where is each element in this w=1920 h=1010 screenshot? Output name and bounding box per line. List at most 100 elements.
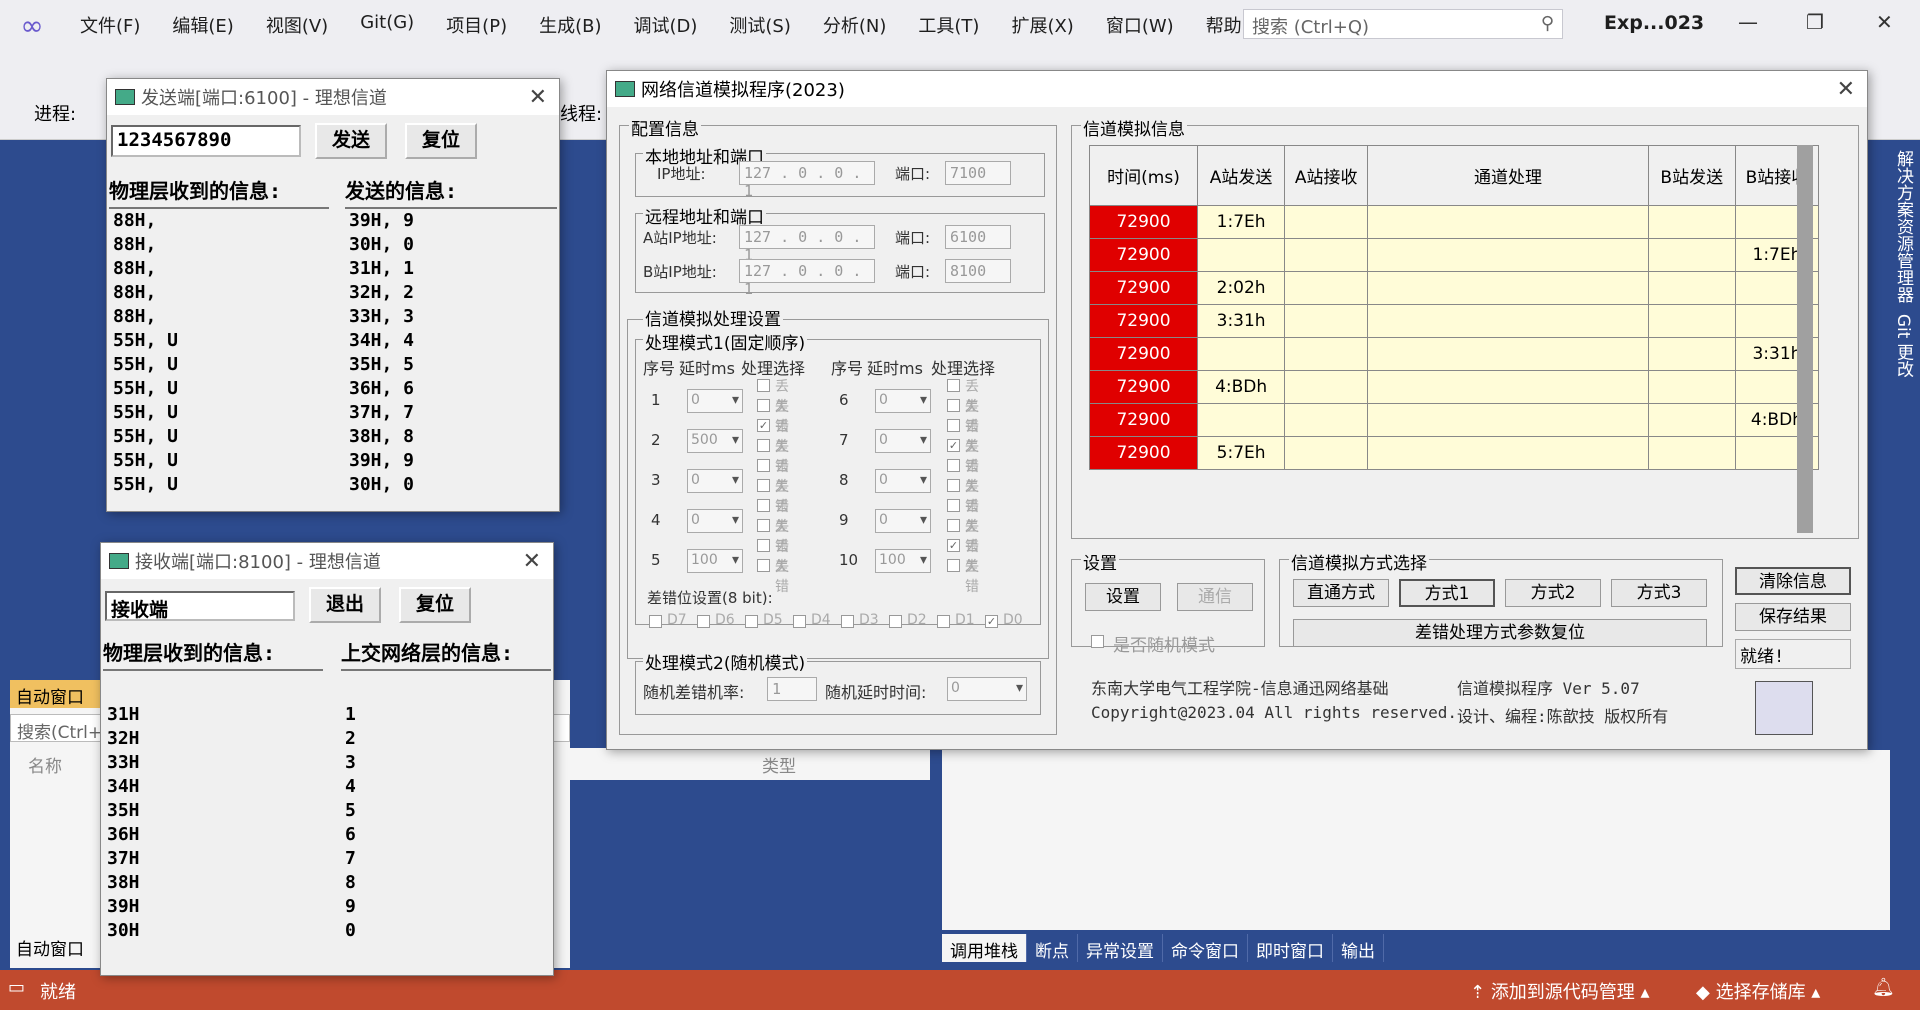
delay-select[interactable]: 100	[875, 549, 931, 573]
reset-button[interactable]: 复位	[405, 123, 477, 159]
err-checkbox[interactable]	[947, 519, 960, 532]
err-checkbox[interactable]	[757, 439, 770, 452]
mode3-button[interactable]: 方式3	[1611, 579, 1707, 607]
lose-checkbox[interactable]	[757, 379, 770, 392]
grid-row[interactable]: 72900 2:02h	[1089, 271, 1820, 305]
grid-row[interactable]: 72900 4:BDh	[1089, 370, 1820, 404]
bit-checkbox[interactable]	[889, 615, 902, 628]
bottom-tab[interactable]: 输出	[1333, 934, 1384, 962]
auto-window-bottom-tab[interactable]: 自动窗口	[10, 932, 100, 960]
delay-select[interactable]: 0	[687, 389, 743, 413]
lose-checkbox[interactable]	[947, 499, 960, 512]
bit-checkbox[interactable]: ✓	[985, 615, 998, 628]
err-checkbox[interactable]: ✓	[947, 439, 960, 452]
menu-item[interactable]: Git(G)	[344, 12, 430, 38]
random-mode-checkbox[interactable]	[1091, 635, 1104, 648]
b-port-input[interactable]: 8100	[945, 259, 1011, 283]
grid-row[interactable]: 72900 3:31h	[1089, 304, 1820, 338]
lose-checkbox[interactable]: ✓	[757, 419, 770, 432]
delay-select[interactable]: 0	[687, 469, 743, 493]
set-button[interactable]: 设置	[1085, 583, 1161, 611]
save-button[interactable]: 保存结果	[1735, 603, 1851, 631]
clear-button[interactable]: 清除信息	[1735, 567, 1851, 595]
bottom-tab[interactable]: 异常设置	[1078, 934, 1163, 962]
grid-scrollbar[interactable]	[1797, 145, 1813, 533]
grid-row[interactable]: 72900 4:BDh	[1089, 403, 1820, 437]
lose-checkbox[interactable]	[947, 419, 960, 432]
info-grid[interactable]: 时间(ms) A站发送 A站接收 通道处理 B站发送 B站接收 72900 1:7Eh 7290…	[1089, 145, 1820, 470]
add-source-control-button[interactable]: ⇡ 添加到源代码管理 ▴	[1470, 978, 1650, 1004]
lose-checkbox[interactable]	[947, 379, 960, 392]
reset-param-button[interactable]: 差错处理方式参数复位	[1293, 619, 1707, 647]
close-icon[interactable]: ✕	[529, 85, 547, 110]
git-changes-tab[interactable]: Git 更改	[1893, 314, 1913, 378]
menu-item[interactable]: 调试(D)	[618, 12, 714, 38]
up-list[interactable]: 1 2 3 4 5 6 7 8 9 0	[341, 669, 551, 971]
b-ip-input[interactable]: 127 . 0 . 0 . 1	[739, 259, 875, 298]
grid-row[interactable]: 72900 1:7Eh	[1089, 238, 1820, 272]
maximize-icon[interactable]: ❐	[1806, 10, 1824, 34]
lose-checkbox[interactable]	[757, 539, 770, 552]
err-checkbox[interactable]	[757, 559, 770, 572]
local-ip-input[interactable]: 127 . 0 . 0 . 1	[739, 161, 875, 200]
grid-header[interactable]: B站发送	[1647, 145, 1736, 206]
bit-checkbox[interactable]	[793, 615, 806, 628]
grid-header[interactable]: A站发送	[1196, 145, 1286, 206]
menu-item[interactable]: 文件(F)	[64, 12, 156, 38]
bit-checkbox[interactable]	[649, 615, 662, 628]
delay-select[interactable]: 0	[875, 509, 931, 533]
menu-item[interactable]: 分析(N)	[807, 12, 903, 38]
close-icon[interactable]: ✕	[1837, 77, 1855, 102]
reset-button[interactable]: 复位	[399, 587, 471, 623]
comment-icon[interactable]: ▭	[8, 977, 25, 998]
grid-row[interactable]: 72900 5:7Eh	[1089, 436, 1820, 470]
select-repo-button[interactable]: ◆ 选择存储库 ▴	[1696, 978, 1820, 1004]
mode1-button[interactable]: 方式1	[1399, 579, 1495, 607]
solution-explorer-tab[interactable]: 解决方案资源管理器	[1893, 150, 1913, 303]
grid-header[interactable]: A站接收	[1284, 145, 1369, 206]
send-input[interactable]: 1234567890	[111, 125, 301, 157]
send-button[interactable]: 发送	[315, 123, 387, 159]
err-checkbox[interactable]	[757, 399, 770, 412]
menu-item[interactable]: 扩展(X)	[995, 12, 1089, 38]
menu-item[interactable]: 测试(S)	[713, 12, 806, 38]
menu-item[interactable]: 编辑(E)	[156, 12, 249, 38]
delay-select[interactable]: 100	[687, 549, 743, 573]
lose-checkbox[interactable]: ✓	[947, 539, 960, 552]
mode2-button[interactable]: 方式2	[1505, 579, 1601, 607]
search-input[interactable]: 搜索 (Ctrl+Q) ⚲	[1243, 9, 1563, 39]
bit-checkbox[interactable]	[937, 615, 950, 628]
notification-bell-icon[interactable]: 🔔︎	[1872, 977, 1895, 998]
visual-studio-logo-icon[interactable]: ∞	[0, 0, 64, 50]
err-checkbox[interactable]	[947, 559, 960, 572]
err-checkbox[interactable]	[947, 399, 960, 412]
rand-err-input[interactable]: 1	[767, 677, 817, 701]
bottom-tab[interactable]: 即时窗口	[1248, 934, 1333, 962]
phys-list[interactable]: 88H, 88H, 88H, 88H, 88H, 55H, U 55H, U 55H, U 55…	[109, 207, 329, 507]
menu-item[interactable]: 项目(P)	[430, 12, 523, 38]
bit-checkbox[interactable]	[841, 615, 854, 628]
lose-checkbox[interactable]	[947, 459, 960, 472]
exit-button[interactable]: 退出	[309, 587, 381, 623]
comm-button[interactable]: 通信	[1177, 583, 1253, 611]
local-port-input[interactable]: 7100	[945, 161, 1011, 185]
delay-select[interactable]: 0	[687, 509, 743, 533]
col-name[interactable]: 名称	[28, 752, 62, 777]
sent-list[interactable]: 39H, 9 30H, 0 31H, 1 32H, 2 33H, 3 34H, 4 35H,…	[345, 207, 557, 507]
grid-row[interactable]: 72900 1:7Eh	[1089, 205, 1820, 239]
a-ip-input[interactable]: 127 . 0 . 0 . 1	[739, 225, 875, 264]
receiver-input[interactable]: 接收端	[105, 591, 295, 621]
auto-window-tab[interactable]: 自动窗口	[10, 680, 100, 708]
bottom-tab[interactable]: 命令窗口	[1163, 934, 1248, 962]
direct-button[interactable]: 直通方式	[1293, 579, 1389, 607]
delay-select[interactable]: 0	[875, 469, 931, 493]
delay-select[interactable]: 0	[875, 389, 931, 413]
lose-checkbox[interactable]	[757, 459, 770, 472]
delay-select[interactable]: 0	[875, 429, 931, 453]
close-icon[interactable]: ✕	[1876, 10, 1893, 34]
menu-item[interactable]: 窗口(W)	[1090, 12, 1190, 38]
minimize-icon[interactable]: —	[1738, 10, 1758, 34]
err-checkbox[interactable]	[757, 519, 770, 532]
lose-checkbox[interactable]	[757, 499, 770, 512]
phys-list[interactable]: 31H 32H 33H 34H 35H 36H 37H 38H 39H 30H	[103, 669, 323, 971]
